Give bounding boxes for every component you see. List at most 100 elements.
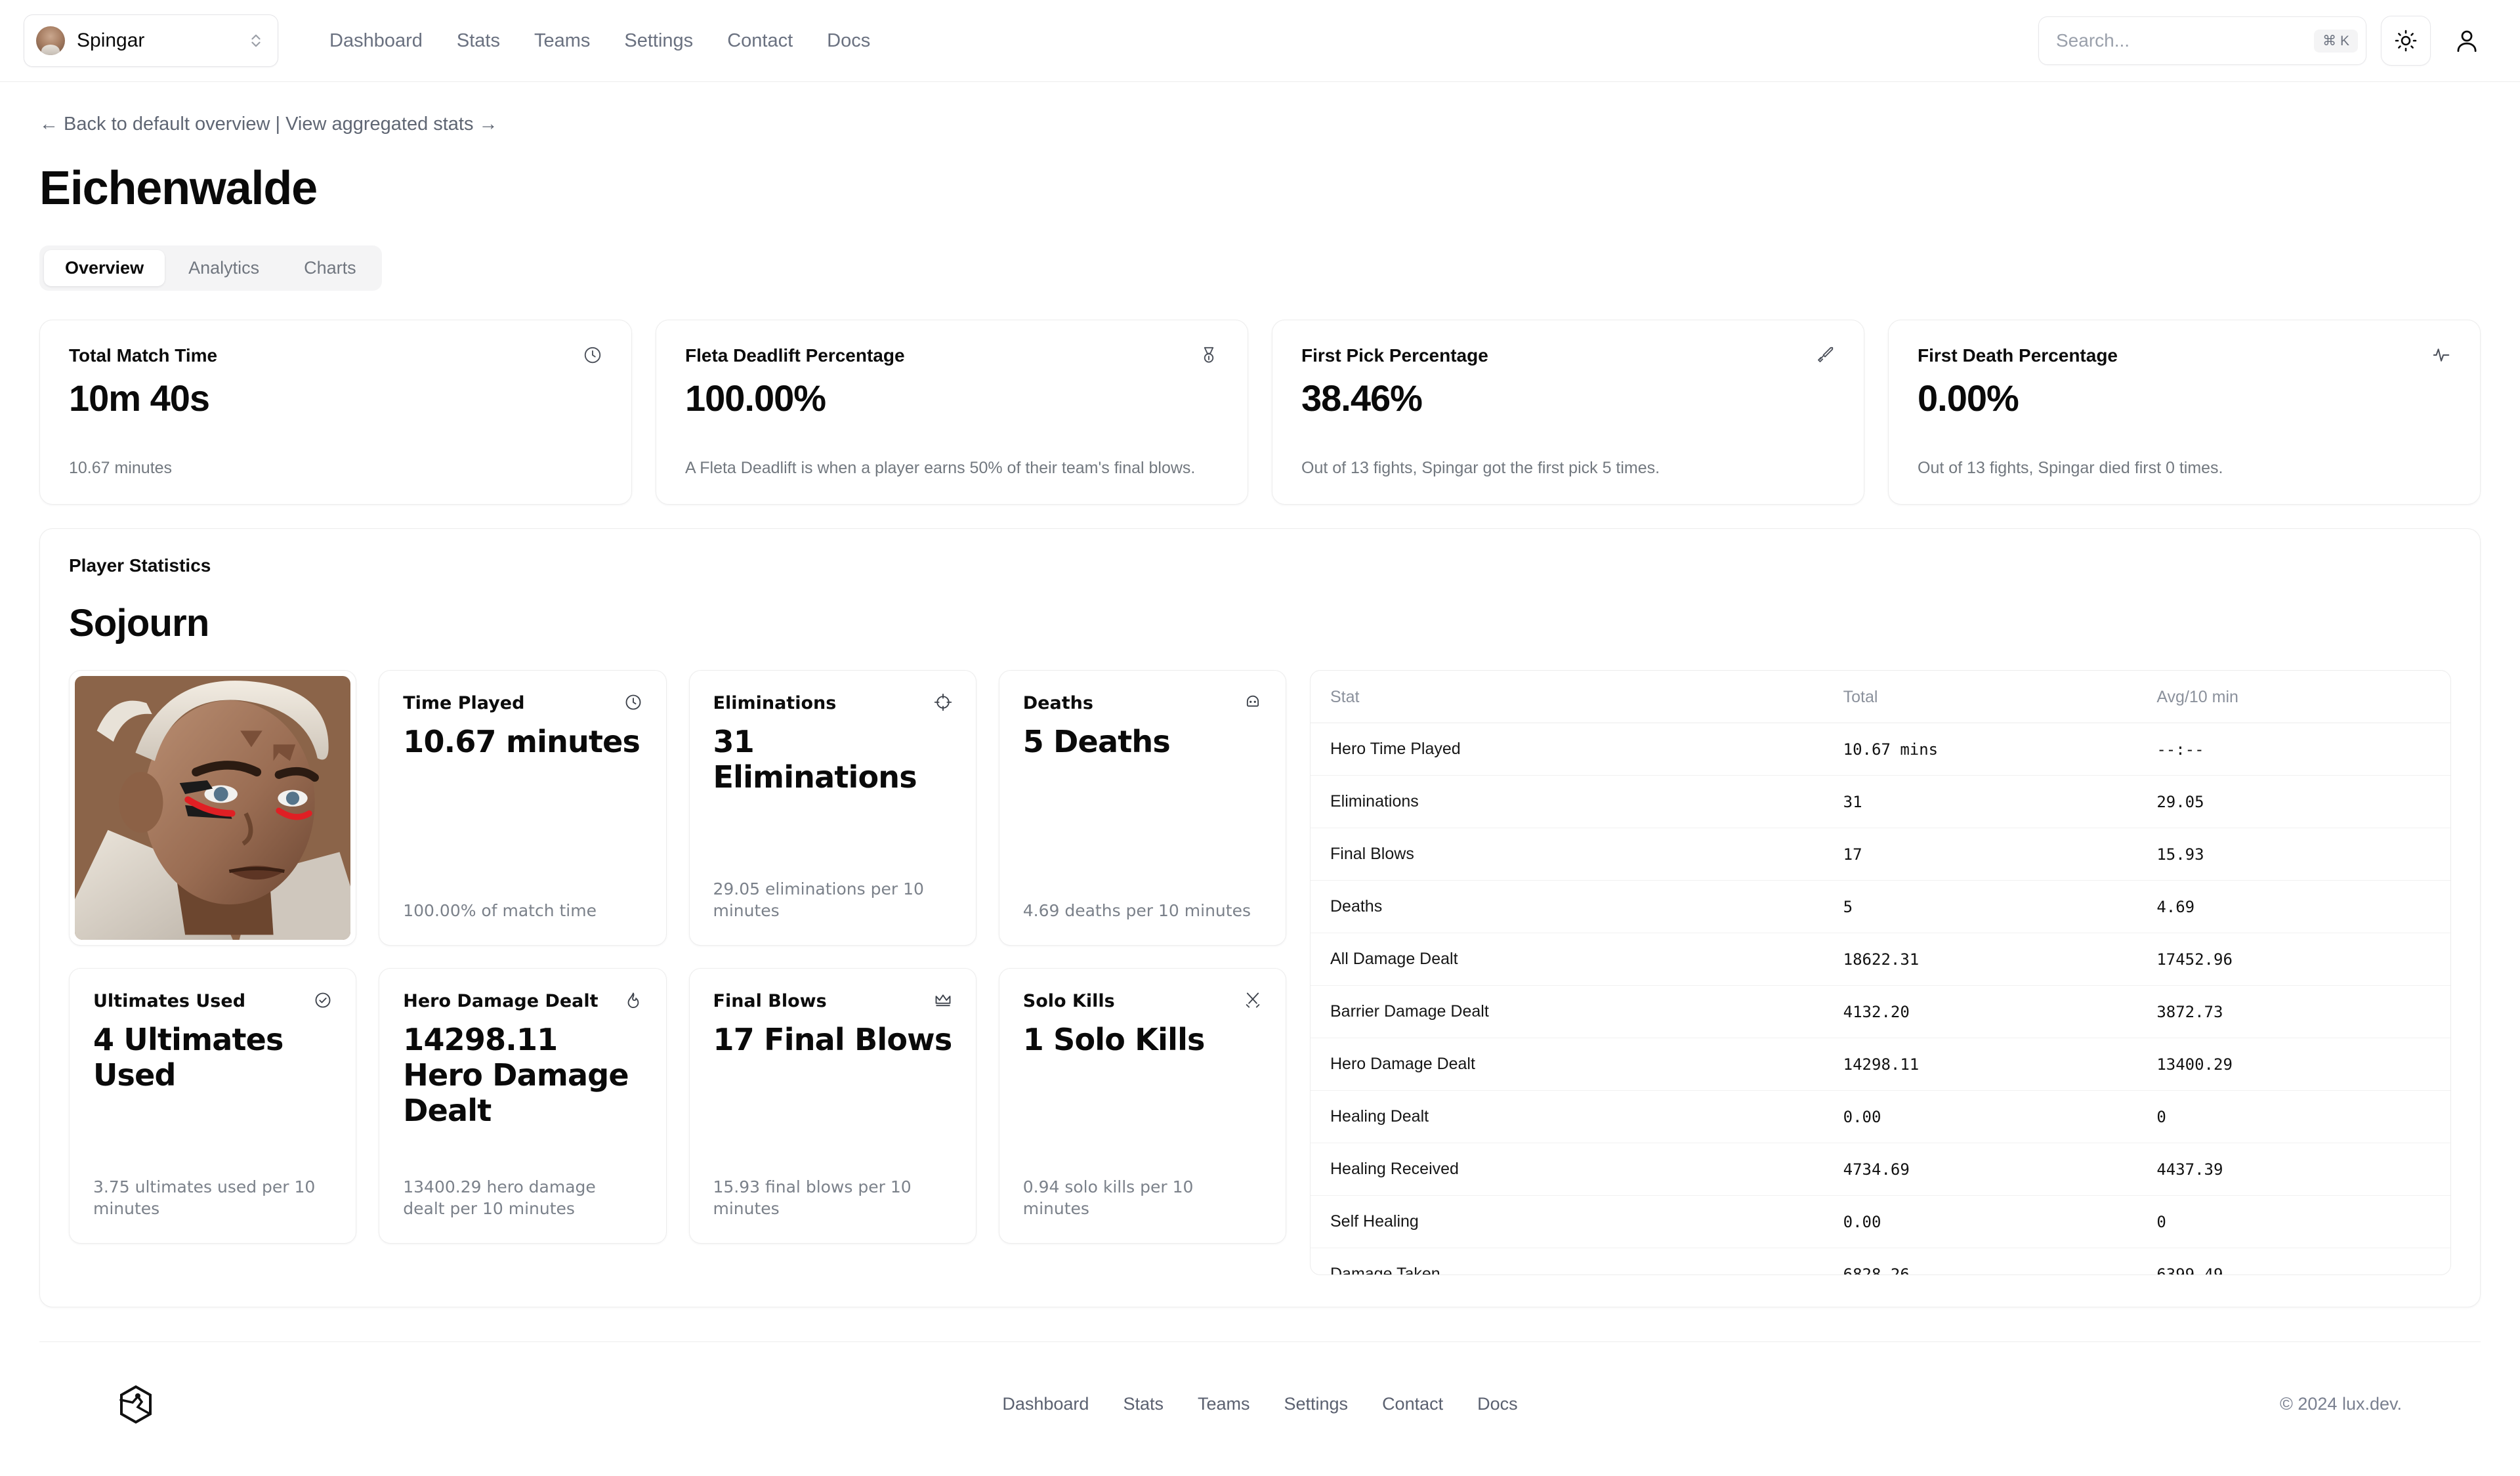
table-row: Healing Received4734.694437.39 — [1311, 1143, 2450, 1196]
hero-name: Sojourn — [69, 601, 2451, 645]
cell-avg: 0 — [2137, 1091, 2450, 1143]
cell-avg: 17452.96 — [2137, 933, 2450, 986]
stat-card-sub: 15.93 final blows per 10 minutes — [713, 1177, 952, 1219]
medal-icon — [1199, 345, 1219, 365]
footer-link-contact[interactable]: Contact — [1382, 1394, 1443, 1414]
hero-portrait — [69, 670, 356, 946]
stat-card-label: Ultimates Used — [93, 991, 245, 1012]
stat-card-sub: 29.05 eliminations per 10 minutes — [713, 879, 952, 921]
kpi-card-fleta-deadlift-percentage: Fleta Deadlift Percentage 100.00% A Flet… — [656, 320, 1248, 505]
nav-link-stats[interactable]: Stats — [440, 32, 517, 51]
player-stat-card-time-played: Time Played 10.67 minutes 100.00% of mat… — [379, 670, 666, 946]
table-row: Hero Time Played10.67 mins--:-- — [1311, 723, 2450, 776]
cell-total: 31 — [1824, 776, 2137, 828]
footer-link-stats[interactable]: Stats — [1123, 1394, 1164, 1414]
stat-card-value: 1 Solo Kills — [1023, 1023, 1262, 1058]
cell-stat: Hero Damage Dealt — [1311, 1038, 1824, 1091]
column-header-avg: Avg/10 min — [2137, 671, 2450, 723]
footer-link-dashboard[interactable]: Dashboard — [1002, 1394, 1089, 1414]
nav-link-teams[interactable]: Teams — [517, 32, 607, 51]
player-stat-card-deaths: Deaths 5 Deaths 4.69 deaths per 10 minut… — [999, 670, 1286, 946]
team-avatar — [36, 26, 65, 55]
stat-card-label: Hero Damage Dealt — [403, 991, 598, 1012]
cell-stat: Self Healing — [1311, 1196, 1824, 1248]
theme-toggle-button[interactable] — [2381, 16, 2431, 66]
footer-link-settings[interactable]: Settings — [1284, 1394, 1349, 1414]
main-navigation: Dashboard Stats Teams Settings Contact D… — [312, 32, 887, 51]
table-row: Barrier Damage Dealt4132.203872.73 — [1311, 986, 2450, 1038]
table-row: Deaths54.69 — [1311, 881, 2450, 933]
check-circle-icon — [314, 991, 332, 1009]
tab-charts[interactable]: Charts — [283, 250, 377, 286]
crown-icon — [934, 991, 952, 1009]
kpi-label: First Death Percentage — [1918, 345, 2118, 366]
column-header-total: Total — [1824, 671, 2137, 723]
stat-card-sub: 100.00% of match time — [403, 900, 642, 922]
cell-total: 17 — [1824, 828, 2137, 881]
sojourn-portrait-art — [75, 676, 350, 940]
player-stat-card-eliminations: Eliminations 31 Eliminations 29.05 elimi… — [689, 670, 976, 946]
view-tabs: Overview Analytics Charts — [39, 245, 382, 291]
stat-card-sub: 4.69 deaths per 10 minutes — [1023, 900, 1262, 922]
cell-total: 5 — [1824, 881, 2137, 933]
crossed-swords-icon — [1244, 991, 1262, 1009]
table-header-row: Stat Total Avg/10 min — [1311, 671, 2450, 723]
account-button[interactable] — [2445, 19, 2488, 62]
breadcrumb-forward-link[interactable]: View aggregated stats → — [285, 114, 498, 135]
kpi-sub: 10.67 minutes — [69, 459, 602, 478]
page-content: ← Back to default overview | View aggreg… — [0, 114, 2520, 1466]
cell-avg: 13400.29 — [2137, 1038, 2450, 1091]
tab-analytics[interactable]: Analytics — [167, 250, 280, 286]
cell-stat: Healing Received — [1311, 1143, 1824, 1196]
tab-overview[interactable]: Overview — [44, 250, 165, 286]
cell-stat: Deaths — [1311, 881, 1824, 933]
nav-link-dashboard[interactable]: Dashboard — [312, 32, 440, 51]
cell-avg: 4437.39 — [2137, 1143, 2450, 1196]
cell-avg: 29.05 — [2137, 776, 2450, 828]
cell-total: 4132.20 — [1824, 986, 2137, 1038]
nav-link-settings[interactable]: Settings — [607, 32, 710, 51]
table-row: All Damage Dealt18622.3117452.96 — [1311, 933, 2450, 986]
table-row: Damage Taken6828.266399.49 — [1311, 1248, 2450, 1276]
cell-stat: Hero Time Played — [1311, 723, 1824, 776]
cell-total: 18622.31 — [1824, 933, 2137, 986]
stat-card-label: Deaths — [1023, 693, 1093, 714]
cell-avg: 4.69 — [2137, 881, 2450, 933]
nav-link-contact[interactable]: Contact — [710, 32, 810, 51]
kpi-value: 38.46% — [1301, 377, 1835, 419]
cell-stat: All Damage Dealt — [1311, 933, 1824, 986]
player-stats-table-container[interactable]: Stat Total Avg/10 min Hero Time Played10… — [1310, 670, 2451, 1275]
stat-card-sub: 0.94 solo kills per 10 minutes — [1023, 1177, 1262, 1219]
kpi-card-first-pick-percentage: First Pick Percentage 38.46% Out of 13 f… — [1272, 320, 1864, 505]
nav-link-docs[interactable]: Docs — [810, 32, 887, 51]
cell-avg: 0 — [2137, 1196, 2450, 1248]
stat-card-label: Eliminations — [713, 693, 837, 714]
player-stat-card-hero-damage-dealt: Hero Damage Dealt 14298.11 Hero Damage D… — [379, 968, 666, 1244]
footer-link-docs[interactable]: Docs — [1477, 1394, 1518, 1414]
breadcrumb-back-link[interactable]: ← Back to default overview — [39, 114, 270, 135]
cell-stat: Final Blows — [1311, 828, 1824, 881]
footer-navigation: Dashboard Stats Teams Settings Contact D… — [39, 1394, 2481, 1414]
breadcrumb-separator: | — [275, 114, 280, 135]
footer-link-teams[interactable]: Teams — [1198, 1394, 1250, 1414]
top-header-bar: Spingar Dashboard Stats Teams Settings C… — [0, 0, 2520, 82]
lux-hexagon-logo-icon — [118, 1385, 154, 1423]
cell-total: 4734.69 — [1824, 1143, 2137, 1196]
player-stats-table: Stat Total Avg/10 min Hero Time Played10… — [1311, 671, 2450, 1275]
skull-icon — [1244, 693, 1262, 711]
footer-copyright: © 2024 lux.dev. — [2280, 1394, 2402, 1414]
kpi-value: 100.00% — [685, 377, 1219, 419]
cell-total: 14298.11 — [1824, 1038, 2137, 1091]
kpi-label: Fleta Deadlift Percentage — [685, 345, 905, 366]
user-icon — [2453, 27, 2481, 54]
stat-card-sub: 13400.29 hero damage dealt per 10 minute… — [403, 1177, 642, 1219]
cell-stat: Eliminations — [1311, 776, 1824, 828]
stat-card-value: 10.67 minutes — [403, 725, 642, 760]
search-input[interactable]: Search... ⌘ K — [2038, 16, 2366, 65]
stat-card-sub: 3.75 ultimates used per 10 minutes — [93, 1177, 332, 1219]
panel-title: Player Statistics — [69, 555, 2451, 576]
flame-icon — [624, 991, 642, 1009]
team-switcher-button[interactable]: Spingar — [24, 14, 278, 67]
cell-stat: Barrier Damage Dealt — [1311, 986, 1824, 1038]
clock-icon — [583, 345, 602, 365]
